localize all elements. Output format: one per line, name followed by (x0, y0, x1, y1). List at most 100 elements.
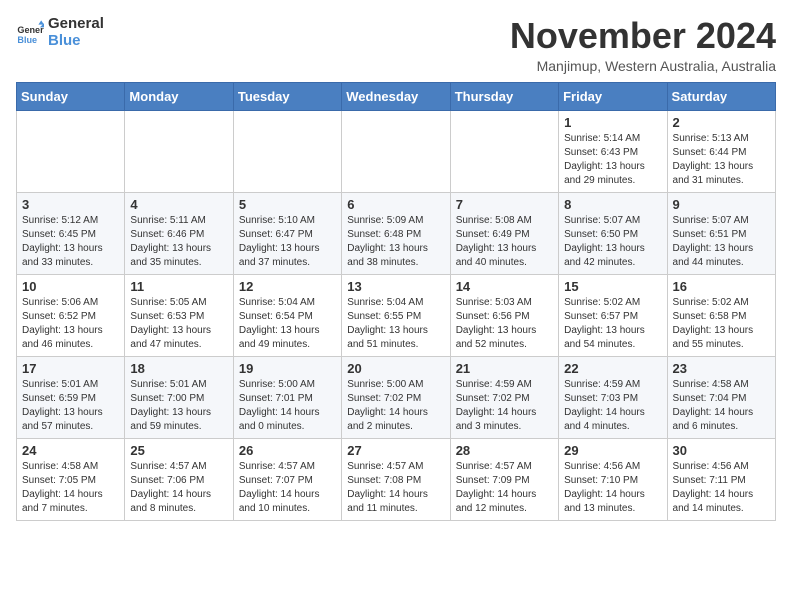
day-info: Sunrise: 5:00 AM Sunset: 7:02 PM Dayligh… (347, 378, 444, 434)
weekday-header-wednesday: Wednesday (342, 82, 450, 110)
calendar-cell: 22 Sunrise: 4:59 AM Sunset: 7:03 PM Dayli… (559, 356, 667, 438)
logo-icon: General Blue (16, 19, 44, 47)
calendar-cell: 20Sunrise: 5:00 AM Sunset: 7:02 PM Dayli… (342, 356, 450, 438)
svg-text:Blue: Blue (17, 34, 37, 44)
week-row-1: 1Sunrise: 5:14 AM Sunset: 6:43 PM Daylig… (17, 110, 776, 192)
calendar-cell: 17 Sunrise: 5:01 AM Sunset: 6:59 PM Dayli… (17, 356, 125, 438)
calendar-cell: 7 Sunrise: 5:08 AM Sunset: 6:49 PM Daylig… (450, 192, 558, 274)
calendar-cell (125, 110, 233, 192)
day-info: Sunrise: 5:07 AM Sunset: 6:50 PM Dayligh… (564, 214, 661, 270)
day-number: 16 (673, 279, 770, 294)
calendar-cell: 16 Sunrise: 5:02 AM Sunset: 6:58 PM Dayli… (667, 274, 775, 356)
day-info: Sunrise: 4:58 AM Sunset: 7:05 PM Dayligh… (22, 460, 119, 516)
title-section: November 2024 Manjimup, Western Australi… (510, 16, 776, 74)
calendar-cell: 9Sunrise: 5:07 AM Sunset: 6:51 PM Daylig… (667, 192, 775, 274)
day-info: Sunrise: 4:58 AM Sunset: 7:04 PM Dayligh… (673, 378, 770, 434)
day-number: 21 (456, 361, 553, 376)
calendar-cell (17, 110, 125, 192)
day-info: Sunrise: 4:59 AM Sunset: 7:02 PM Dayligh… (456, 378, 553, 434)
day-info: Sunrise: 5:03 AM Sunset: 6:56 PM Dayligh… (456, 296, 553, 352)
day-number: 25 (130, 443, 227, 458)
calendar-cell: 23Sunrise: 4:58 AM Sunset: 7:04 PM Dayli… (667, 356, 775, 438)
location: Manjimup, Western Australia, Australia (510, 58, 776, 74)
weekday-header-row: SundayMondayTuesdayWednesdayThursdayFrid… (17, 82, 776, 110)
day-number: 27 (347, 443, 444, 458)
calendar-cell: 8 Sunrise: 5:07 AM Sunset: 6:50 PM Daylig… (559, 192, 667, 274)
day-number: 28 (456, 443, 553, 458)
day-number: 17 (22, 361, 119, 376)
week-row-4: 17 Sunrise: 5:01 AM Sunset: 6:59 PM Dayli… (17, 356, 776, 438)
day-info: Sunrise: 5:11 AM Sunset: 6:46 PM Dayligh… (130, 214, 227, 270)
calendar-cell: 14 Sunrise: 5:03 AM Sunset: 6:56 PM Dayli… (450, 274, 558, 356)
weekday-header-monday: Monday (125, 82, 233, 110)
logo: General Blue General Blue (16, 16, 104, 49)
calendar-cell: 21 Sunrise: 4:59 AM Sunset: 7:02 PM Dayli… (450, 356, 558, 438)
day-info: Sunrise: 4:56 AM Sunset: 7:10 PM Dayligh… (564, 460, 661, 516)
day-number: 6 (347, 197, 444, 212)
day-number: 5 (239, 197, 336, 212)
day-info: Sunrise: 4:57 AM Sunset: 7:07 PM Dayligh… (239, 460, 336, 516)
day-info: Sunrise: 5:01 AM Sunset: 6:59 PM Dayligh… (22, 378, 119, 434)
calendar-cell: 15 Sunrise: 5:02 AM Sunset: 6:57 PM Dayli… (559, 274, 667, 356)
day-info: Sunrise: 4:59 AM Sunset: 7:03 PM Dayligh… (564, 378, 661, 434)
day-info: Sunrise: 5:09 AM Sunset: 6:48 PM Dayligh… (347, 214, 444, 270)
day-info: Sunrise: 5:08 AM Sunset: 6:49 PM Dayligh… (456, 214, 553, 270)
day-info: Sunrise: 5:02 AM Sunset: 6:57 PM Dayligh… (564, 296, 661, 352)
day-number: 8 (564, 197, 661, 212)
day-number: 22 (564, 361, 661, 376)
calendar: SundayMondayTuesdayWednesdayThursdayFrid… (16, 82, 776, 521)
calendar-cell: 2Sunrise: 5:13 AM Sunset: 6:44 PM Daylig… (667, 110, 775, 192)
weekday-header-tuesday: Tuesday (233, 82, 341, 110)
day-number: 4 (130, 197, 227, 212)
day-number: 15 (564, 279, 661, 294)
calendar-cell: 28Sunrise: 4:57 AM Sunset: 7:09 PM Dayli… (450, 438, 558, 520)
calendar-cell: 6 Sunrise: 5:09 AM Sunset: 6:48 PM Daylig… (342, 192, 450, 274)
calendar-cell: 19Sunrise: 5:00 AM Sunset: 7:01 PM Dayli… (233, 356, 341, 438)
calendar-cell: 3Sunrise: 5:12 AM Sunset: 6:45 PM Daylig… (17, 192, 125, 274)
day-info: Sunrise: 4:57 AM Sunset: 7:06 PM Dayligh… (130, 460, 227, 516)
day-number: 10 (22, 279, 119, 294)
calendar-cell (233, 110, 341, 192)
svg-text:General: General (17, 25, 44, 35)
calendar-cell: 30Sunrise: 4:56 AM Sunset: 7:11 PM Dayli… (667, 438, 775, 520)
day-info: Sunrise: 5:05 AM Sunset: 6:53 PM Dayligh… (130, 296, 227, 352)
week-row-5: 24 Sunrise: 4:58 AM Sunset: 7:05 PM Dayli… (17, 438, 776, 520)
week-row-2: 3Sunrise: 5:12 AM Sunset: 6:45 PM Daylig… (17, 192, 776, 274)
calendar-cell: 13 Sunrise: 5:04 AM Sunset: 6:55 PM Dayli… (342, 274, 450, 356)
weekday-header-thursday: Thursday (450, 82, 558, 110)
day-info: Sunrise: 5:04 AM Sunset: 6:54 PM Dayligh… (239, 296, 336, 352)
day-info: Sunrise: 5:00 AM Sunset: 7:01 PM Dayligh… (239, 378, 336, 434)
day-info: Sunrise: 5:01 AM Sunset: 7:00 PM Dayligh… (130, 378, 227, 434)
month-title: November 2024 (510, 16, 776, 56)
day-info: Sunrise: 4:57 AM Sunset: 7:08 PM Dayligh… (347, 460, 444, 516)
logo-blue: Blue (48, 33, 104, 50)
calendar-cell: 12 Sunrise: 5:04 AM Sunset: 6:54 PM Dayli… (233, 274, 341, 356)
day-info: Sunrise: 5:06 AM Sunset: 6:52 PM Dayligh… (22, 296, 119, 352)
calendar-cell: 27 Sunrise: 4:57 AM Sunset: 7:08 PM Dayli… (342, 438, 450, 520)
calendar-cell: 11Sunrise: 5:05 AM Sunset: 6:53 PM Dayli… (125, 274, 233, 356)
day-number: 24 (22, 443, 119, 458)
logo-general: General (48, 16, 104, 33)
day-number: 12 (239, 279, 336, 294)
day-number: 30 (673, 443, 770, 458)
weekday-header-sunday: Sunday (17, 82, 125, 110)
day-number: 3 (22, 197, 119, 212)
day-info: Sunrise: 5:02 AM Sunset: 6:58 PM Dayligh… (673, 296, 770, 352)
week-row-3: 10 Sunrise: 5:06 AM Sunset: 6:52 PM Dayli… (17, 274, 776, 356)
day-number: 1 (564, 115, 661, 130)
day-number: 14 (456, 279, 553, 294)
weekday-header-friday: Friday (559, 82, 667, 110)
day-number: 18 (130, 361, 227, 376)
calendar-cell (342, 110, 450, 192)
day-number: 7 (456, 197, 553, 212)
calendar-cell: 4 Sunrise: 5:11 AM Sunset: 6:46 PM Daylig… (125, 192, 233, 274)
calendar-cell: 26Sunrise: 4:57 AM Sunset: 7:07 PM Dayli… (233, 438, 341, 520)
day-info: Sunrise: 5:04 AM Sunset: 6:55 PM Dayligh… (347, 296, 444, 352)
page-header: General Blue General Blue November 2024 … (16, 16, 776, 74)
calendar-cell: 29 Sunrise: 4:56 AM Sunset: 7:10 PM Dayli… (559, 438, 667, 520)
day-number: 29 (564, 443, 661, 458)
day-number: 13 (347, 279, 444, 294)
day-number: 2 (673, 115, 770, 130)
day-number: 9 (673, 197, 770, 212)
calendar-cell: 24 Sunrise: 4:58 AM Sunset: 7:05 PM Dayli… (17, 438, 125, 520)
